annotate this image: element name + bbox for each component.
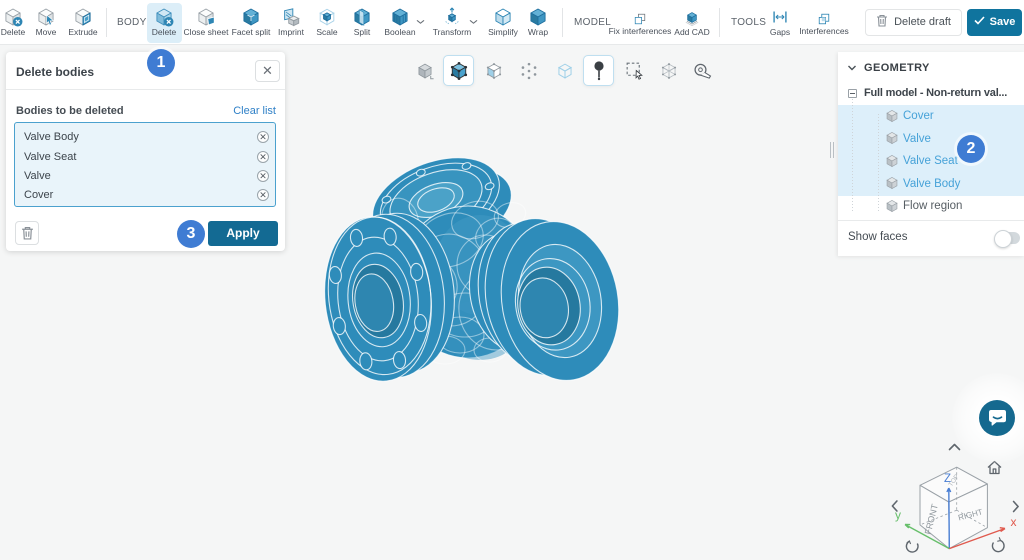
svg-text:x: x [1011, 515, 1017, 529]
svg-text:Z: Z [944, 473, 951, 485]
